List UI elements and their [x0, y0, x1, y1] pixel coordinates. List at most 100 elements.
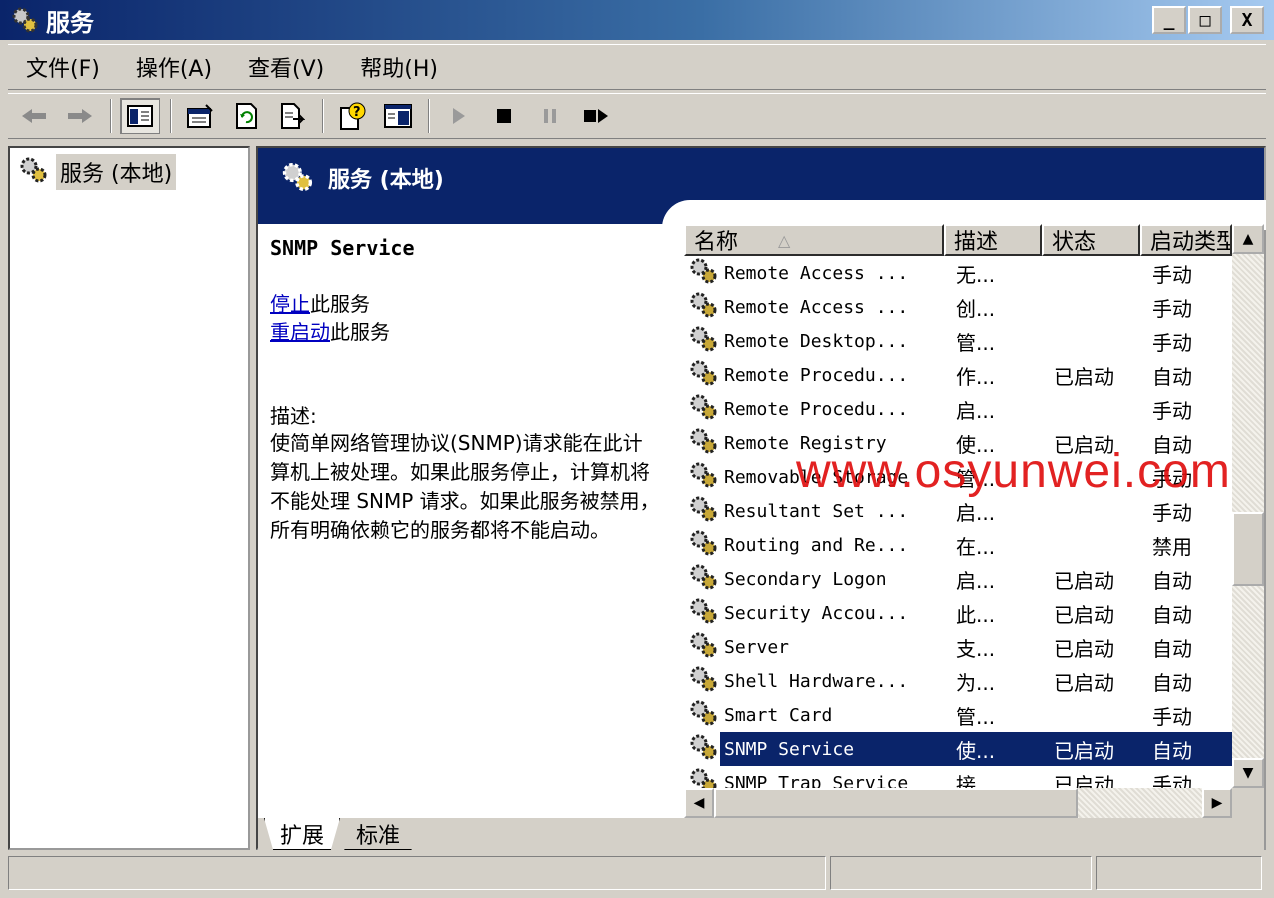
service-status: 已启动 [1042, 734, 1140, 764]
sort-indicator-icon: △ [778, 230, 791, 250]
restart-service-link[interactable]: 重启动 [270, 320, 330, 344]
show-hide-tree-icon[interactable] [120, 98, 160, 134]
service-gear-icon [688, 562, 720, 597]
services-list[interactable]: 名称 △ 描述 状态 启动类型 Remote Access ... 无... 手动 R… [684, 224, 1232, 788]
service-description: 无... [956, 262, 996, 287]
service-description: 使... [944, 734, 1042, 764]
toolbar-separator [170, 99, 172, 133]
title-bar[interactable]: 服务 _ □ X [0, 0, 1274, 40]
table-row[interactable]: Secondary Logon 启... 已启动 自动 [684, 562, 1232, 596]
service-description: 为... [956, 670, 996, 695]
close-button[interactable]: X [1230, 6, 1264, 34]
service-description: 管... [956, 330, 996, 355]
service-gear-icon [688, 698, 720, 733]
export-list-icon[interactable] [272, 98, 312, 134]
column-status[interactable]: 状态 [1042, 224, 1140, 256]
menu-help[interactable]: 帮助(H) [342, 51, 456, 83]
pause-service-icon[interactable] [530, 98, 570, 134]
restart-service-icon[interactable] [576, 98, 616, 134]
menu-view[interactable]: 查看(V) [230, 51, 342, 83]
status-segment [830, 856, 1092, 890]
table-row[interactable]: Routing and Re... 在... 禁用 [684, 528, 1232, 562]
forward-arrow-icon[interactable] [60, 98, 100, 134]
toolbar-separator [322, 99, 324, 133]
service-name: Secondary Logon [724, 568, 887, 590]
tab-standard[interactable]: 标准 [334, 818, 422, 850]
service-gear-icon [688, 630, 720, 665]
description-text: 使简单网络管理协议(SNMP)请求能在此计算机上被处理。如果此服务停止，计算机将… [270, 431, 660, 542]
service-startup-type: 自动 [1152, 364, 1192, 389]
vertical-scroll-thumb[interactable] [1232, 512, 1264, 586]
console-tree-icon[interactable] [378, 98, 418, 134]
table-row[interactable]: SNMP Trap Service 接... 已启动 手动 [684, 766, 1232, 788]
table-row[interactable]: Shell Hardware... 为... 已启动 自动 [684, 664, 1232, 698]
table-row[interactable]: Resultant Set ... 启... 手动 [684, 494, 1232, 528]
table-row[interactable]: Remote Access ... 创... 手动 [684, 290, 1232, 324]
horizontal-scroll-thumb[interactable] [714, 788, 1078, 818]
stop-service-icon[interactable] [484, 98, 524, 134]
table-row[interactable]: Server 支... 已启动 自动 [684, 630, 1232, 664]
service-gear-icon [688, 664, 720, 699]
refresh-icon[interactable] [226, 98, 266, 134]
service-description: 启... [956, 568, 996, 593]
service-status: 已启动 [1054, 568, 1114, 593]
maximize-button[interactable]: □ [1188, 6, 1222, 34]
selected-service-name: SNMP Service [270, 236, 415, 260]
service-startup-type: 手动 [1152, 330, 1192, 355]
column-name[interactable]: 名称 △ [684, 224, 944, 256]
table-row[interactable]: Smart Card 管... 手动 [684, 698, 1232, 732]
service-startup-type: 手动 [1152, 296, 1192, 321]
service-startup-type: 禁用 [1152, 534, 1192, 559]
table-row[interactable]: Security Accou... 此... 已启动 自动 [684, 596, 1232, 630]
services-gear-icon [280, 160, 316, 199]
service-gear-icon [688, 460, 720, 495]
service-description: 在... [956, 534, 996, 559]
service-name: SNMP Trap Service [724, 772, 909, 789]
tree-item-services-local[interactable]: 服务 (本地) [18, 154, 177, 190]
service-gear-icon [688, 324, 720, 359]
service-startup-type: 手动 [1152, 398, 1192, 423]
scroll-down-button[interactable]: ▼ [1232, 758, 1264, 788]
stop-service-link[interactable]: 停止 [270, 292, 310, 316]
service-description: 支... [956, 636, 996, 661]
scroll-right-button[interactable]: ▶ [1202, 788, 1232, 818]
service-name: Routing and Re... [724, 534, 909, 556]
back-arrow-icon[interactable] [14, 98, 54, 134]
column-startup-type[interactable]: 启动类型 [1140, 224, 1232, 256]
services-gear-icon [8, 3, 42, 37]
table-row[interactable]: SNMP Service 使... 已启动 自动 [684, 732, 1232, 766]
service-startup-type: 手动 [1152, 772, 1192, 789]
service-startup-type: 自动 [1152, 602, 1192, 627]
view-tabs: 标准 扩展 [258, 818, 1264, 852]
tab-extended[interactable]: 扩展 [264, 818, 340, 850]
table-row[interactable]: Remote Procedu... 作... 已启动 自动 [684, 358, 1232, 392]
column-description[interactable]: 描述 [944, 224, 1042, 256]
scroll-corner [1232, 788, 1264, 818]
service-gear-icon [688, 494, 720, 529]
service-status: 已启动 [1054, 772, 1114, 789]
service-status: 已启动 [1054, 364, 1114, 389]
svg-text:?: ? [353, 105, 361, 120]
vertical-scrollbar[interactable]: ▲ ▼ [1232, 224, 1264, 788]
table-row[interactable]: Remote Desktop... 管... 手动 [684, 324, 1232, 358]
help-icon[interactable]: ? [332, 98, 372, 134]
properties-icon[interactable] [180, 98, 220, 134]
service-description-panel: SNMP Service 停止此服务 重启动此服务 描述: 使简单网络管理协议(… [270, 236, 670, 545]
service-gear-icon [688, 528, 720, 563]
service-status: 已启动 [1054, 602, 1114, 627]
table-row[interactable]: Remote Procedu... 启... 手动 [684, 392, 1232, 426]
service-description: 作... [956, 364, 996, 389]
toolbar-separator [110, 99, 112, 133]
horizontal-scrollbar[interactable]: ◀ ▶ [684, 788, 1232, 818]
minimize-button[interactable]: _ [1152, 6, 1186, 34]
table-row[interactable]: Remote Access ... 无... 手动 [684, 256, 1232, 290]
menu-action[interactable]: 操作(A) [118, 51, 230, 83]
service-startup-type: 自动 [1152, 568, 1192, 593]
service-startup-type: 自动 [1152, 670, 1192, 695]
scroll-up-button[interactable]: ▲ [1232, 224, 1264, 254]
service-status: 已启动 [1054, 670, 1114, 695]
menu-file[interactable]: 文件(F) [8, 51, 118, 83]
start-service-icon[interactable] [438, 98, 478, 134]
scroll-left-button[interactable]: ◀ [684, 788, 714, 818]
service-name: Shell Hardware... [724, 670, 909, 692]
